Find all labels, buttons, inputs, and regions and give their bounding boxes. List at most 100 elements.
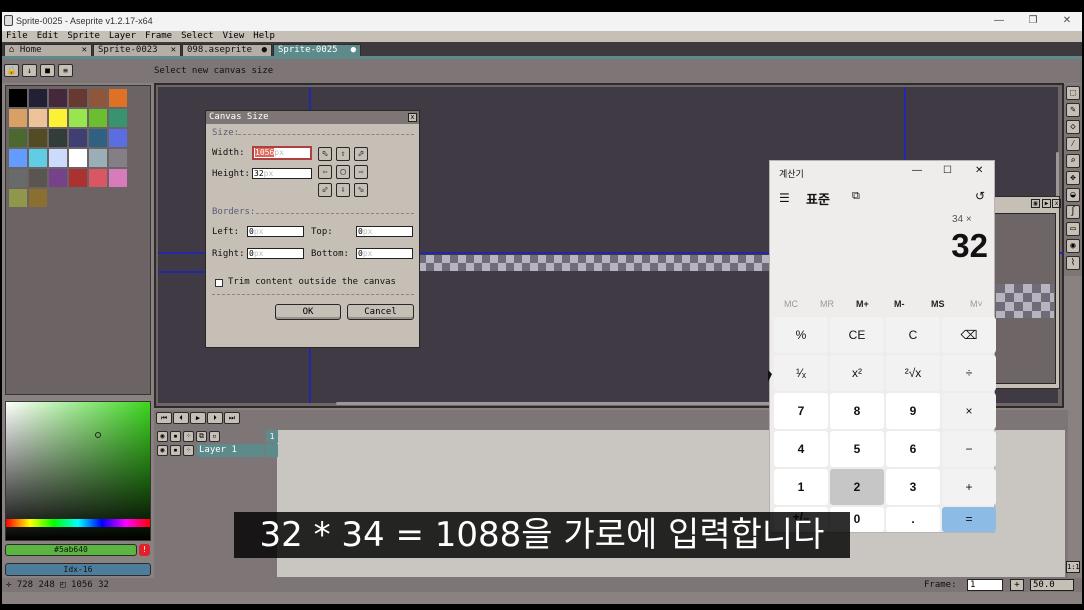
palette-swatch[interactable] [69,129,87,147]
add-button[interactable]: + [942,469,996,505]
horizontal-scrollbar[interactable] [336,402,802,405]
layers-icon[interactable]: ▫ [209,431,220,442]
minimize-button[interactable]: — [990,14,1008,28]
palette-swatch[interactable] [109,89,127,107]
move-icon[interactable]: ✥ [1066,171,1080,185]
pixel-ratio-button[interactable]: 1:1 [1066,561,1080,573]
decimal-button[interactable]: . [886,507,940,532]
anchor-right-icon[interactable]: ⇨ [354,165,368,179]
palette-swatch[interactable] [9,149,27,167]
palette-swatch[interactable] [29,149,47,167]
hamburger-icon[interactable]: ☰ [779,191,790,205]
top-border-input[interactable]: 0px [356,226,413,237]
rectangle-icon[interactable]: ▭ [1066,222,1080,236]
palette-swatch[interactable] [69,89,87,107]
preview-play-icon[interactable]: ▶ [1042,199,1051,208]
frame-number[interactable]: 1 [266,430,278,443]
palette-swatch[interactable] [109,169,127,187]
anchor-bottom-left-icon[interactable]: ⬃ [318,183,332,197]
anchor-center-icon[interactable]: ▢ [336,165,350,179]
palette-swatch[interactable] [49,89,67,107]
palette-swatch[interactable] [89,149,107,167]
square-button[interactable]: x² [830,355,884,391]
warning-icon[interactable]: ! [139,544,150,556]
palette-swatch[interactable] [29,89,47,107]
first-frame-button[interactable]: ⏮ [156,412,172,424]
keep-on-top-icon[interactable]: ⧉ [852,190,860,203]
memory-list-button[interactable]: M˅ [970,299,983,309]
menu-help[interactable]: Help [249,31,280,42]
color-index-bar[interactable]: Idx-16 [5,563,151,576]
last-frame-button[interactable]: ⏭ [224,412,240,424]
eye-icon[interactable]: ◉ [157,445,168,456]
clear-entry-button[interactable]: CE [830,317,884,353]
menu-view[interactable]: View [219,31,250,42]
palette-swatch[interactable] [69,149,87,167]
digit-3-button[interactable]: 3 [886,469,940,505]
tab-close-icon[interactable]: ✕ [171,45,176,56]
digit-7-button[interactable]: 7 [774,393,828,429]
pencil-icon[interactable]: ✎ [1066,103,1080,117]
palette-swatch[interactable] [29,189,47,207]
menu-file[interactable]: File [2,31,33,42]
dialog-close-icon[interactable]: x [408,113,417,122]
digit-6-button[interactable]: 6 [886,431,940,467]
layer-name[interactable]: Layer 1 [197,444,265,457]
memory-recall-button[interactable]: MR [820,299,834,309]
frame-input[interactable]: 1 [967,579,1003,591]
memory-store-button[interactable]: MS [931,299,945,309]
tab-close-icon[interactable]: ✕ [82,45,87,56]
bottom-border-input[interactable]: 0px [356,248,413,259]
digit-4-button[interactable]: 4 [774,431,828,467]
history-icon[interactable]: ↺ [975,189,985,203]
paint-bucket-icon[interactable]: ◒ [1066,188,1080,202]
palette-swatch[interactable] [49,149,67,167]
eraser-icon[interactable]: ◇ [1066,120,1080,134]
palette-swatch[interactable] [89,129,107,147]
cancel-button[interactable]: Cancel [347,304,414,320]
backspace-icon[interactable]: ⌫ [942,317,996,353]
onion-skin-icon[interactable]: ⧉ [196,431,207,442]
percent-button[interactable]: % [774,317,828,353]
preview-close-icon[interactable]: x [1052,199,1061,208]
palette-swatch[interactable] [49,169,67,187]
menu-layer[interactable]: Layer [105,31,141,42]
lock-icon[interactable]: ▪ [170,445,181,456]
anchor-top-left-icon[interactable]: ⬁ [318,147,332,161]
next-frame-button[interactable]: ⏵ [207,412,223,424]
palette-swatch[interactable] [89,169,107,187]
play-button[interactable]: ▶ [190,412,206,424]
continuous-icon[interactable]: ⁘ [183,445,194,456]
palette-swatch[interactable] [89,109,107,127]
reciprocal-button[interactable]: ¹⁄ₓ [774,355,828,391]
trim-checkbox[interactable] [215,279,223,287]
memory-subtract-button[interactable]: M- [894,299,905,309]
memory-add-button[interactable]: M+ [856,299,869,309]
anchor-top-icon[interactable]: ⇧ [336,147,350,161]
multiply-button[interactable]: × [942,393,996,429]
subtract-button[interactable]: − [942,431,996,467]
color-picker-cursor[interactable] [95,432,101,438]
palette-swatch[interactable] [109,149,127,167]
contour-icon[interactable]: ◉ [1066,239,1080,253]
anchor-top-right-icon[interactable]: ⬀ [354,147,368,161]
maximize-button[interactable]: ❐ [1024,14,1042,28]
digit-8-button[interactable]: 8 [830,393,884,429]
preview-mode-icon[interactable]: ▣ [1031,199,1040,208]
previous-frame-button[interactable]: ⏴ [173,412,189,424]
palette-swatch[interactable] [9,169,27,187]
eyedropper-icon[interactable]: ⁄ [1066,137,1080,151]
anchor-left-icon[interactable]: ⇦ [318,165,332,179]
palette-swatch[interactable] [29,129,47,147]
anchor-bottom-icon[interactable]: ⇩ [336,183,350,197]
palette-swatch[interactable] [9,129,27,147]
square-root-button[interactable]: ²√x [886,355,940,391]
digit-5-button[interactable]: 5 [830,431,884,467]
tab-modified-icon[interactable]: ● [262,45,267,56]
color-hex-bar[interactable]: #5ab640 [5,544,137,556]
right-border-input[interactable]: 0px [247,248,304,259]
menu-edit[interactable]: Edit [33,31,64,42]
download-icon[interactable]: ↓ [22,64,37,77]
ok-button[interactable]: OK [275,304,341,320]
palette-swatch[interactable] [89,89,107,107]
